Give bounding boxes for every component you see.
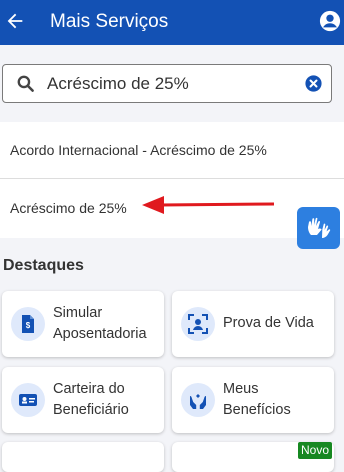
icon-circle (181, 383, 215, 417)
new-badge: Novo (298, 442, 333, 459)
page-title: Mais Serviços (50, 11, 169, 32)
accessibility-button[interactable] (297, 207, 340, 249)
search-field (2, 64, 332, 103)
card-label: Prova de Vida (223, 315, 314, 331)
card-partial[interactable] (2, 442, 164, 472)
card-label: Meus Benefícios (223, 381, 291, 418)
icon-circle (11, 383, 45, 417)
card-label: Simular Aposentadoria (53, 305, 147, 342)
icon-circle: $ (11, 307, 45, 341)
card-carteira-do-beneficiario[interactable]: Carteira do Beneficiário (2, 367, 164, 433)
card-prova-de-vida[interactable]: Prova de Vida (172, 291, 334, 357)
id-card-icon (19, 394, 37, 406)
back-arrow-icon[interactable] (4, 10, 26, 32)
suggestions-list: Acordo Internacional - Acréscimo de 25% … (0, 122, 344, 238)
card-meus-beneficios[interactable]: Meus Benefícios (172, 367, 334, 433)
search-icon (17, 75, 34, 92)
face-scan-icon (188, 314, 208, 334)
document-dollar-icon: $ (22, 315, 34, 333)
sign-language-hands-icon (308, 217, 331, 238)
account-icon[interactable] (319, 10, 341, 32)
svg-text:$: $ (26, 321, 31, 330)
search-input[interactable] (47, 71, 297, 97)
annotation-arrow (142, 196, 275, 214)
app-bar: Mais Serviços (0, 0, 344, 45)
suggestion-item[interactable]: Acordo Internacional - Acréscimo de 25% (0, 122, 344, 179)
hands-icon (190, 394, 206, 409)
clear-search-icon[interactable] (305, 75, 322, 92)
card-simular-aposentadoria[interactable]: $ Simular Aposentadoria (2, 291, 164, 357)
section-title: Destaques (3, 257, 84, 274)
card-label: Carteira do Beneficiário (53, 381, 129, 418)
icon-circle (181, 307, 215, 341)
